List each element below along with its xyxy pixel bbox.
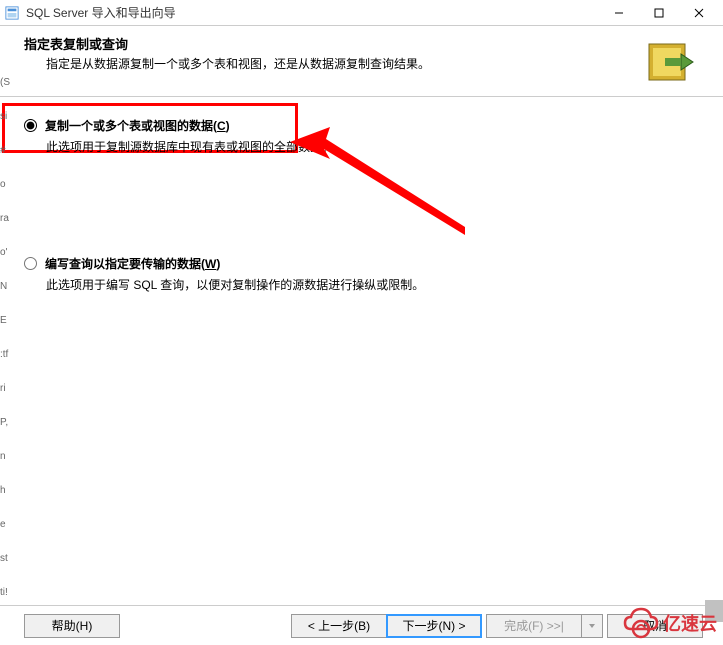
finish-button: 完成(F) >>|	[486, 614, 582, 638]
page-subtitle: 指定是从数据源复制一个或多个表和视图，还是从数据源复制查询结果。	[24, 55, 635, 72]
app-icon	[4, 5, 20, 21]
watermark-text: 亿速云	[663, 610, 717, 636]
next-button[interactable]: 下一步(N) >	[386, 614, 482, 638]
wizard-footer: 帮助(H) < 上一步(B) 下一步(N) > 完成(F) >>| 取消	[0, 605, 723, 645]
wizard-icon	[643, 34, 699, 90]
radio-write-query[interactable]	[24, 257, 37, 270]
window-controls	[599, 1, 719, 25]
minimize-button[interactable]	[599, 1, 639, 25]
wizard-content: 复制一个或多个表或视图的数据(C) 此选项用于复制源数据库中现有表或视图的全部数…	[0, 97, 723, 603]
option-query-description: 此选项用于编写 SQL 查询，以便对复制操作的源数据进行操纵或限制。	[46, 276, 699, 293]
titlebar: SQL Server 导入和导出向导	[0, 0, 723, 26]
back-button[interactable]: < 上一步(B)	[291, 614, 387, 638]
maximize-button[interactable]	[639, 1, 679, 25]
option-write-query: 编写查询以指定要传输的数据(W) 此选项用于编写 SQL 查询，以便对复制操作的…	[24, 255, 699, 293]
wizard-header: 指定表复制或查询 指定是从数据源复制一个或多个表和视图，还是从数据源复制查询结果…	[0, 26, 723, 97]
option-query-label[interactable]: 编写查询以指定要传输的数据(W)	[45, 255, 220, 272]
page-title: 指定表复制或查询	[24, 34, 635, 53]
option-copy-description: 此选项用于复制源数据库中现有表或视图的全部数据。	[46, 138, 699, 155]
close-button[interactable]	[679, 1, 719, 25]
watermark: 亿速云	[621, 605, 717, 641]
background-window-edge: (S si # o ra o' N E :tf ri P, n h e st t…	[0, 26, 10, 605]
finish-dropdown-button	[581, 614, 603, 638]
window-title: SQL Server 导入和导出向导	[26, 4, 599, 21]
header-text-block: 指定表复制或查询 指定是从数据源复制一个或多个表和视图，还是从数据源复制查询结果…	[24, 34, 635, 72]
watermark-cloud-icon	[621, 605, 661, 641]
option-copy-label[interactable]: 复制一个或多个表或视图的数据(C)	[45, 117, 230, 134]
option-copy-tables: 复制一个或多个表或视图的数据(C) 此选项用于复制源数据库中现有表或视图的全部数…	[24, 117, 699, 155]
help-button[interactable]: 帮助(H)	[24, 614, 120, 638]
radio-copy-tables[interactable]	[24, 119, 37, 132]
